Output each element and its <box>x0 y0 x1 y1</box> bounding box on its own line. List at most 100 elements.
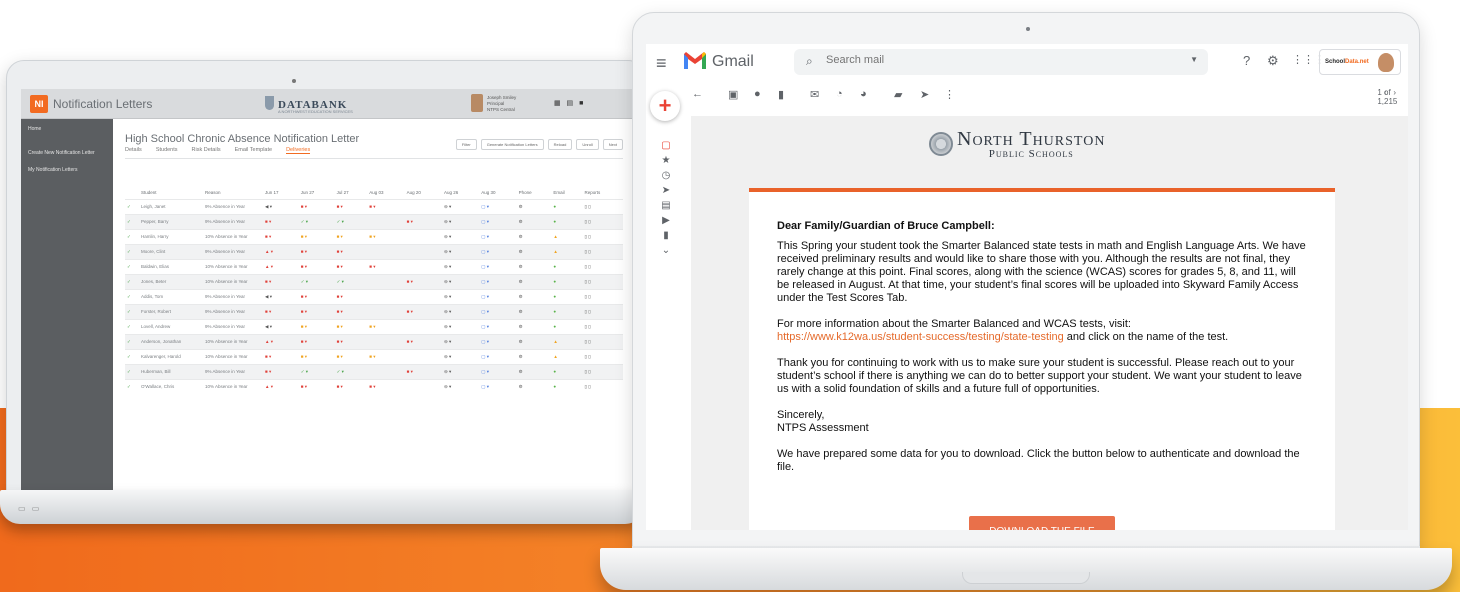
archive-icon[interactable]: ▣ <box>728 88 738 101</box>
delivery-status-icon[interactable]: ■ ▾ <box>334 378 368 394</box>
row-check-icon[interactable]: ✓ <box>125 288 139 304</box>
row-check-icon[interactable]: ✓ <box>125 318 139 334</box>
search-icon[interactable]: ⌕ <box>806 54 813 69</box>
delivery-status-icon[interactable]: ■ ▾ <box>404 273 442 289</box>
delivery-status-icon[interactable]: ⊖ ▾ <box>441 258 480 274</box>
email-status-icon[interactable]: ● <box>551 363 583 379</box>
row-check-icon[interactable]: ✓ <box>125 213 139 229</box>
delivery-status-icon[interactable]: ■ ▾ <box>404 333 442 349</box>
table-row[interactable]: ✓ Moore, Clint 9% Absence in Year ▲ ▾ ■ ▾ ■ ▾… <box>125 243 623 259</box>
email-status-icon[interactable]: ▲ <box>551 333 583 349</box>
header-icons[interactable]: ▦ ▤ ■ <box>554 99 585 107</box>
row-check-icon[interactable]: ✓ <box>125 258 139 274</box>
report-icons[interactable]: ▯ ▯ <box>582 363 623 379</box>
report-icons[interactable]: ▯ ▯ <box>582 348 623 364</box>
column-header[interactable]: Aug 20 <box>405 169 442 199</box>
column-header[interactable]: Phone <box>517 169 552 199</box>
delivery-status-icon[interactable]: ⊖ ▾ <box>441 273 480 289</box>
delivery-status-icon[interactable]: ▲ ▾ <box>263 243 299 259</box>
delivery-status-icon[interactable]: ▢ ▾ <box>479 288 517 304</box>
delivery-status-icon[interactable]: ⊖ ▾ <box>441 378 480 394</box>
delivery-status-icon[interactable]: ▢ ▾ <box>479 303 517 319</box>
search-bar[interactable]: ⌕ ▼ <box>794 49 1208 75</box>
sidebar-item-home[interactable]: Home <box>21 119 113 136</box>
search-input[interactable] <box>826 54 1166 66</box>
report-icons[interactable]: ▯ ▯ <box>582 288 623 304</box>
email-status-icon[interactable]: ● <box>551 273 583 289</box>
reload-button[interactable]: Reload <box>547 139 573 150</box>
phone-icon[interactable]: ⚙ <box>516 333 552 349</box>
delivery-status-icon[interactable]: ■ ▾ <box>298 348 335 364</box>
column-header[interactable]: Reason <box>203 169 263 199</box>
row-check-icon[interactable]: ✓ <box>125 348 139 364</box>
delivery-status-icon[interactable]: ▢ ▾ <box>479 378 517 394</box>
report-spam-icon[interactable]: ● <box>754 88 761 100</box>
row-check-icon[interactable]: ✓ <box>125 273 139 289</box>
report-icons[interactable]: ▯ ▯ <box>582 378 623 394</box>
delivery-status-icon[interactable]: ⊖ ▾ <box>441 303 480 319</box>
snoozed-icon[interactable]: ◷ <box>658 170 674 185</box>
report-icons[interactable]: ▯ ▯ <box>582 213 623 229</box>
delivery-status-icon[interactable]: ⊖ ▾ <box>441 363 480 379</box>
table-row[interactable]: ✓ Anderson, Jonathan 10% Absence in Year ▲ … <box>125 333 623 349</box>
delete-icon[interactable]: ▮ <box>778 88 784 101</box>
column-header[interactable]: Email <box>551 169 582 199</box>
delivery-status-icon[interactable]: ■ ▾ <box>298 333 335 349</box>
delivery-status-icon[interactable]: ■ ▾ <box>298 258 335 274</box>
delivery-status-icon[interactable]: ■ ▾ <box>367 258 405 274</box>
avatar[interactable] <box>1378 53 1394 72</box>
column-header[interactable]: Aug 26 <box>442 169 479 199</box>
delivery-status-icon[interactable]: ▢ ▾ <box>479 333 517 349</box>
delivery-status-icon[interactable]: ⊖ ▾ <box>441 228 480 244</box>
delivery-status-icon[interactable]: ■ ▾ <box>263 363 299 379</box>
delivery-status-icon[interactable]: ▢ ▾ <box>479 318 517 334</box>
table-row[interactable]: ✓ Jones, Beter 10% Absence in Year ■ ▾ ✓ ▾ ✓ … <box>125 273 623 289</box>
add-task-icon[interactable]: ◕ <box>860 88 867 100</box>
state-testing-link[interactable]: https://www.k12wa.us/student-success/tes… <box>777 331 1064 343</box>
download-file-button[interactable]: DOWNLOAD THE FILE <box>969 516 1115 530</box>
delivery-status-icon[interactable]: ■ ▾ <box>298 243 335 259</box>
delivery-status-icon[interactable]: ■ ▾ <box>298 378 335 394</box>
delivery-status-icon[interactable]: ⊖ ▾ <box>441 333 480 349</box>
compose-button[interactable]: + <box>650 91 680 121</box>
row-check-icon[interactable]: ✓ <box>125 303 139 319</box>
report-icons[interactable]: ▯ ▯ <box>582 228 623 244</box>
help-icon[interactable]: ? <box>1243 53 1250 68</box>
delivery-status-icon[interactable]: ■ ▾ <box>334 333 368 349</box>
email-status-icon[interactable]: ● <box>551 303 583 319</box>
delivery-status-icon[interactable]: ▢ ▾ <box>479 348 517 364</box>
delivery-status-icon[interactable]: ■ ▾ <box>298 288 335 304</box>
table-row[interactable]: ✓ Baldwin, Elias 10% Absence in Year ▲ ▾ ■ ▾… <box>125 258 623 274</box>
delivery-status-icon[interactable]: ⊖ ▾ <box>441 198 480 214</box>
more-chevron-icon[interactable]: ⌄ <box>658 245 674 260</box>
delivery-status-icon[interactable]: ■ ▾ <box>367 228 405 244</box>
report-icons[interactable]: ▯ ▯ <box>582 303 623 319</box>
phone-icon[interactable]: ⚙ <box>516 363 552 379</box>
phone-icon[interactable]: ⚙ <box>516 228 552 244</box>
inbox-icon[interactable]: ▢ <box>658 140 674 155</box>
delivery-status-icon[interactable]: ■ ▾ <box>334 348 368 364</box>
report-icons[interactable]: ▯ ▯ <box>582 318 623 334</box>
report-icons[interactable]: ▯ ▯ <box>582 333 623 349</box>
unroll-button[interactable]: Unroll <box>576 139 599 150</box>
delivery-status-icon[interactable]: ■ ▾ <box>367 318 405 334</box>
delivery-status-icon[interactable]: ■ ▾ <box>367 348 405 364</box>
delivery-status-icon[interactable]: ⊖ ▾ <box>441 243 480 259</box>
search-options-icon[interactable]: ▼ <box>1190 55 1198 64</box>
email-status-icon[interactable]: ▲ <box>551 348 583 364</box>
delivery-status-icon[interactable]: ⊖ ▾ <box>441 288 480 304</box>
delivery-status-icon[interactable]: ▲ ▾ <box>263 333 299 349</box>
email-status-icon[interactable]: ● <box>551 198 583 214</box>
email-status-icon[interactable]: ▲ <box>551 243 583 259</box>
email-status-icon[interactable]: ● <box>551 318 583 334</box>
delivery-status-icon[interactable]: ■ ▾ <box>404 363 442 379</box>
email-status-icon[interactable]: ● <box>551 213 583 229</box>
phone-icon[interactable]: ⚙ <box>516 378 552 394</box>
table-row[interactable]: ✓ Forster, Robert 9% Absence in Year ■ ▾ ■ ▾… <box>125 303 623 319</box>
tab-email-template[interactable]: Email Template <box>235 147 273 154</box>
report-icons[interactable]: ▯ ▯ <box>582 273 623 289</box>
delivery-status-icon[interactable]: ⊖ ▾ <box>441 318 480 334</box>
menu-icon[interactable]: ≡ <box>656 53 667 74</box>
report-icons[interactable]: ▯ ▯ <box>582 243 623 259</box>
row-check-icon[interactable]: ✓ <box>125 228 139 244</box>
